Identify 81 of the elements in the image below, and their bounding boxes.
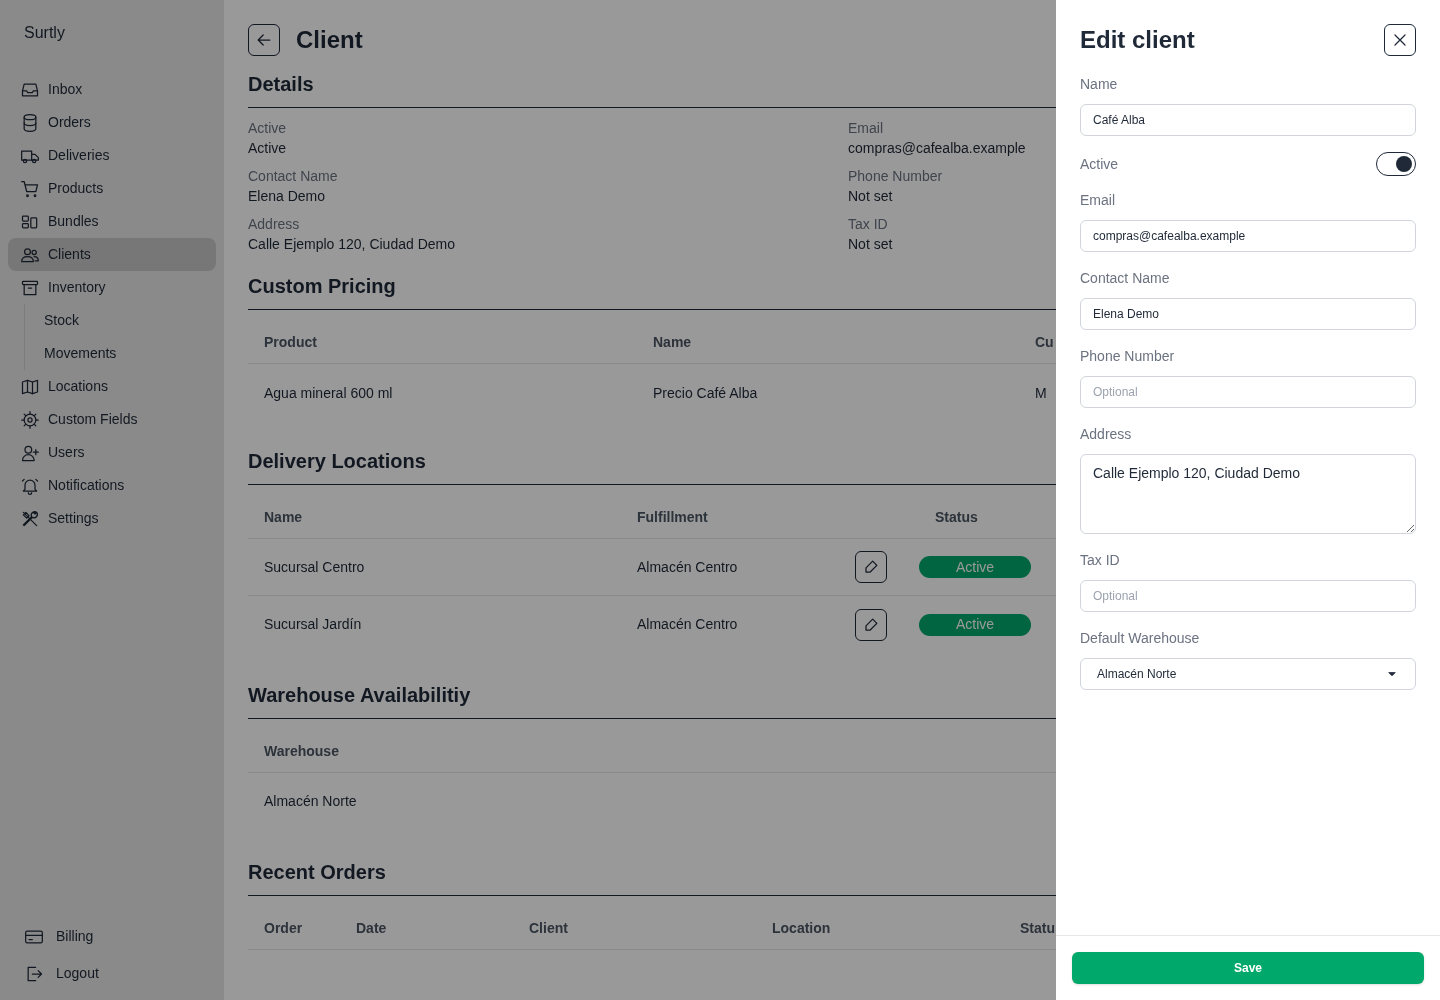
field-label: Phone Number: [848, 167, 944, 186]
section-heading: Custom Pricing: [248, 278, 397, 299]
close-button[interactable]: [1384, 24, 1416, 56]
field-label: Email: [848, 119, 884, 138]
sidebar-item[interactable]: Products: [8, 172, 216, 205]
column-header: Fulfillment: [636, 508, 709, 527]
field-label: Address: [1080, 425, 1133, 444]
sidebar-item[interactable]: Orders: [8, 106, 216, 139]
page-title: Client: [296, 25, 363, 55]
field-value: compras@cafealba.example: [848, 139, 1027, 158]
column-header: Status: [934, 508, 979, 527]
sidebar-item[interactable]: Inventory: [8, 271, 216, 304]
cart-icon: [20, 178, 40, 199]
field-value: Not set: [848, 235, 894, 254]
section-heading: Details: [248, 76, 315, 97]
column-header: Location: [771, 919, 832, 938]
sidebar-subitem[interactable]: Movements: [25, 337, 216, 370]
sidebar-item[interactable]: Bundles: [8, 205, 216, 238]
column-header: Cu: [1034, 333, 1055, 352]
section-heading: Delivery Locations: [248, 453, 427, 474]
sidebar-item[interactable]: Billing: [24, 920, 200, 953]
gear-icon: [20, 409, 40, 430]
input-field[interactable]: compras@cafealba.example: [1080, 220, 1416, 252]
column-header: Statu: [1019, 919, 1056, 938]
field-value: Calle Ejemplo 120, Ciudad Demo: [248, 235, 456, 254]
table-cell-text: M: [1034, 384, 1048, 403]
column-header: Client: [528, 919, 569, 938]
column-header: Name: [652, 333, 693, 352]
select-field[interactable]: Almacén Norte: [1080, 658, 1416, 690]
edit-button[interactable]: [855, 608, 887, 641]
save-button[interactable]: Save: [1072, 952, 1424, 984]
edit-button[interactable]: [855, 551, 887, 583]
table-cell-text: Almacén Norte: [263, 792, 358, 811]
sidebar-item[interactable]: Deliveries: [8, 139, 216, 172]
field-label: Tax ID: [1080, 551, 1121, 570]
column-header: Order: [263, 919, 304, 938]
sidebar-item[interactable]: Users: [8, 436, 216, 469]
input-field[interactable]: Café Alba: [1080, 104, 1416, 136]
address-field[interactable]: Calle Ejemplo 120, Ciudad Demo: [1080, 454, 1416, 534]
sidebar-item[interactable]: Custom Fields: [8, 403, 216, 436]
sidebar-item[interactable]: Clients: [8, 238, 216, 271]
field-label: Email: [1080, 191, 1116, 210]
brand-name: Surtly: [23, 23, 66, 43]
field-label: Tax ID: [848, 215, 889, 234]
sidebar-item[interactable]: Notifications: [8, 469, 216, 502]
input-field[interactable]: Elena Demo: [1080, 298, 1416, 330]
section-heading: Warehouse Availabilitiy: [248, 687, 472, 708]
input-field[interactable]: Optional: [1080, 376, 1416, 408]
sidebar-item[interactable]: Inbox: [8, 73, 216, 106]
table-cell-text: Almacén Centro: [636, 615, 739, 634]
column-header: Date: [355, 919, 388, 938]
sidebar-item[interactable]: Logout: [24, 957, 200, 990]
table-cell-text: Sucursal Centro: [263, 557, 366, 577]
field-value: Not set: [848, 187, 894, 206]
section-heading: Recent Orders: [248, 864, 387, 885]
table-cell-text: Almacén Centro: [636, 557, 739, 577]
table-cell-text: Sucursal Jardín: [263, 615, 363, 634]
table-cell-text: Precio Café Alba: [652, 384, 759, 403]
field-label: Contact Name: [248, 167, 339, 186]
back-button[interactable]: [248, 24, 280, 56]
sidebar-item[interactable]: Settings: [8, 502, 216, 535]
sidebar-item[interactable]: Locations: [8, 370, 216, 403]
input-field[interactable]: Optional: [1080, 580, 1416, 612]
field-label: Contact Name: [1080, 269, 1171, 288]
column-header: Product: [263, 333, 318, 352]
field-label: Address: [248, 215, 301, 234]
table-cell-text: Agua mineral 600 ml: [263, 384, 394, 403]
status-badge: Active: [919, 613, 1031, 636]
field-label: Name: [1080, 75, 1119, 94]
status-badge: Active: [919, 556, 1031, 578]
panel-title: Edit client: [1080, 25, 1195, 55]
sidebar-subitem[interactable]: Stock: [25, 304, 216, 337]
field-label: Default Warehouse: [1080, 629, 1201, 648]
field-label: Active: [248, 119, 288, 138]
field-label: Active: [1080, 154, 1119, 174]
column-header: Warehouse: [263, 742, 340, 761]
field-value: Active: [248, 139, 288, 158]
column-header: Name: [263, 508, 304, 527]
field-value: Elena Demo: [248, 187, 327, 206]
tools-icon: [20, 508, 40, 529]
field-label: Phone Number: [1080, 347, 1176, 366]
